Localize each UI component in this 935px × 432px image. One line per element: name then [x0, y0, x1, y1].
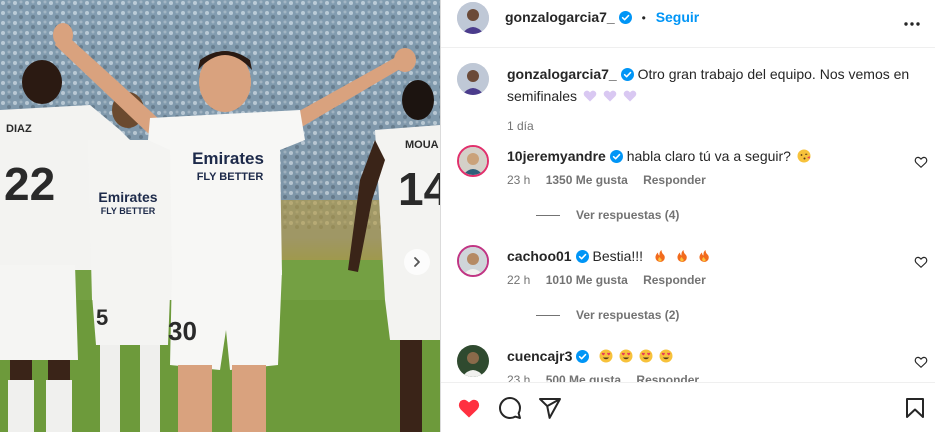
comment-likes[interactable]: 500 Me gusta: [546, 373, 621, 382]
bookmark-icon[interactable]: [903, 396, 927, 420]
comment-text-line: 10jeremyandre habla claro tú va a seguir…: [507, 145, 907, 167]
view-replies-label: Ver respuestas (4): [576, 208, 680, 222]
view-replies-button[interactable]: Ver respuestas (2): [536, 308, 679, 322]
post-header: gonzalogarcia7_ • Seguir: [441, 0, 935, 48]
shirt-sponsor-sub: FLY BETTER: [197, 171, 264, 183]
verified-icon: [620, 68, 634, 81]
caption-username[interactable]: gonzalogarcia7_: [507, 66, 617, 82]
fire-icon: [677, 250, 687, 262]
purple-heart-icon: [623, 90, 637, 102]
purple-heart-icon: [603, 90, 617, 102]
shirt-name-right: MOUA: [405, 139, 439, 151]
comment-text: Bestia!!!: [592, 248, 644, 264]
comment-time: 23 h: [507, 373, 531, 382]
shirt-sponsor-2-sub: FLY BETTER: [101, 206, 156, 216]
comment-icon[interactable]: [498, 396, 522, 420]
share-icon[interactable]: [538, 396, 562, 420]
verified-icon: [618, 11, 632, 24]
author-avatar[interactable]: [457, 2, 489, 34]
comment-likes[interactable]: 1350 Me gusta: [546, 173, 628, 187]
comment-time: 23 h: [507, 173, 531, 187]
header-separator: •: [641, 11, 646, 25]
comment-text: habla claro tú va a seguir?: [626, 148, 791, 164]
more-options-icon[interactable]: [902, 14, 922, 34]
comment-meta: 22 h 1010 Me gusta Responder: [507, 273, 907, 287]
post-side-panel: gonzalogarcia7_ • Seguir gonzalogarcia7_…: [440, 0, 935, 432]
action-bar: [441, 382, 935, 432]
comment-text-line: cuencajr3: [507, 345, 907, 367]
caption-time: 1 día: [507, 119, 534, 133]
fire-icon: [699, 250, 709, 262]
purple-heart-icon: [583, 90, 597, 102]
comment-1: 10jeremyandre habla claro tú va a seguir…: [507, 145, 907, 187]
comment-time: 22 h: [507, 273, 531, 287]
comment-3: cuencajr3 23 h 500 Me gusta Responder: [507, 345, 907, 382]
shirt-sponsor: Emirates: [192, 149, 264, 168]
heart-eyes-icon: [639, 349, 653, 363]
heart-eyes-icon: [659, 349, 673, 363]
comment-username[interactable]: 10jeremyandre: [507, 148, 606, 164]
shirt-number-left: 22: [4, 158, 55, 210]
verified-icon: [609, 150, 623, 163]
caption-avatar[interactable]: [457, 63, 489, 95]
replies-divider: [536, 315, 560, 317]
shirt-number-mid: 5: [96, 305, 108, 330]
heart-filled-icon[interactable]: [457, 396, 481, 420]
comment-avatar[interactable]: [457, 345, 489, 377]
author-username[interactable]: gonzalogarcia7_: [505, 9, 615, 25]
post-media[interactable]: Emirates FLY BETTER Emirates FLY BETTER …: [0, 0, 440, 432]
carousel-next-button[interactable]: [404, 249, 430, 275]
comment-username[interactable]: cuencajr3: [507, 348, 572, 364]
caption-text-line: gonzalogarcia7_ Otro gran trabajo del eq…: [507, 63, 917, 107]
heart-outline-icon[interactable]: [914, 355, 928, 369]
heart-eyes-icon: [599, 349, 613, 363]
comment-avatar[interactable]: [457, 245, 489, 277]
fire-icon: [655, 250, 665, 262]
heart-outline-icon[interactable]: [914, 155, 928, 169]
comment-text-line: cachoo01 Bestia!!!: [507, 245, 907, 267]
shirt-number-center: 30: [168, 316, 197, 346]
verified-icon: [575, 250, 589, 263]
shirt-number-right: 14: [398, 163, 440, 215]
post-photo: Emirates FLY BETTER Emirates FLY BETTER …: [0, 0, 440, 432]
shirt-name-left: DIAZ: [6, 123, 32, 135]
comment-username[interactable]: cachoo01: [507, 248, 572, 264]
reply-button[interactable]: Responder: [643, 273, 706, 287]
comment-meta: 23 h 500 Me gusta Responder: [507, 373, 907, 382]
heart-outline-icon[interactable]: [914, 255, 928, 269]
comment-2: cachoo01 Bestia!!! 22 h 1010 Me gusta Re…: [507, 245, 907, 287]
comments-list[interactable]: gonzalogarcia7_ Otro gran trabajo del eq…: [441, 49, 935, 382]
comment-meta: 23 h 1350 Me gusta Responder: [507, 173, 907, 187]
post-modal: Emirates FLY BETTER Emirates FLY BETTER …: [0, 0, 935, 432]
comment-likes[interactable]: 1010 Me gusta: [546, 273, 628, 287]
heart-eyes-icon: [619, 349, 633, 363]
view-replies-button[interactable]: Ver respuestas (4): [536, 208, 679, 222]
caption-block: gonzalogarcia7_ Otro gran trabajo del eq…: [507, 63, 917, 133]
follow-button[interactable]: Seguir: [656, 9, 700, 25]
face-blowing-kiss-icon: [797, 149, 811, 163]
comment-avatar[interactable]: [457, 145, 489, 177]
chevron-right-icon: [414, 257, 420, 267]
view-replies-label: Ver respuestas (2): [576, 308, 680, 322]
header-author-line: gonzalogarcia7_ • Seguir: [505, 9, 699, 25]
reply-button[interactable]: Responder: [636, 373, 699, 382]
reply-button[interactable]: Responder: [643, 173, 706, 187]
verified-icon: [576, 350, 590, 363]
replies-divider: [536, 215, 560, 217]
shirt-sponsor-2: Emirates: [98, 189, 157, 205]
